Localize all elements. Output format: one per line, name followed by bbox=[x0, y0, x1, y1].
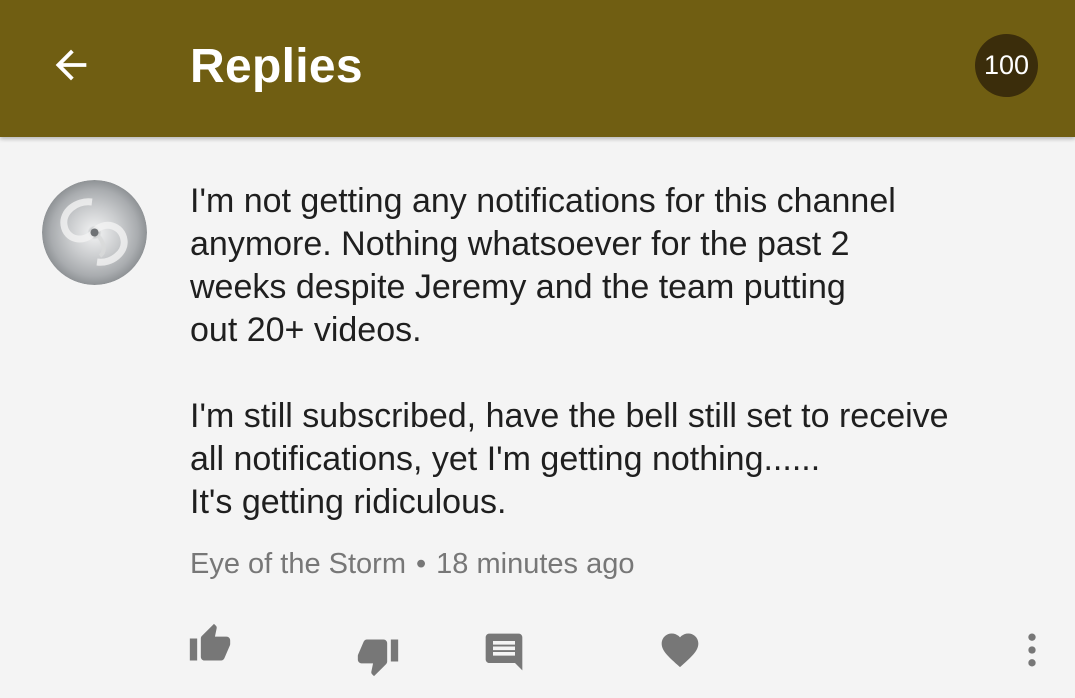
comment-timestamp: 18 minutes ago bbox=[436, 548, 635, 580]
dislike-button[interactable] bbox=[350, 628, 406, 684]
reply-count-badge: 100 bbox=[975, 34, 1038, 97]
reply-icon bbox=[485, 633, 523, 671]
more-vert-icon bbox=[1028, 633, 1036, 667]
app-bar: Replies 100 bbox=[0, 0, 1075, 137]
like-button[interactable] bbox=[182, 616, 238, 672]
storm-avatar bbox=[42, 180, 147, 285]
avatar[interactable] bbox=[42, 180, 147, 285]
back-button[interactable] bbox=[42, 36, 100, 94]
meta-separator: • bbox=[416, 548, 427, 580]
comment-text: I'm not getting any notifications for th… bbox=[190, 182, 949, 521]
page-title: Replies bbox=[190, 40, 363, 93]
thumb-up-icon bbox=[189, 623, 231, 661]
reply-button[interactable] bbox=[476, 624, 532, 680]
more-options-button[interactable] bbox=[1004, 622, 1060, 678]
heart-button[interactable] bbox=[652, 622, 708, 678]
arrow-back-icon bbox=[55, 49, 87, 81]
author-name[interactable]: Eye of the Storm bbox=[190, 548, 406, 580]
heart-icon bbox=[661, 633, 699, 668]
thumb-down-icon bbox=[357, 639, 399, 677]
comment-meta: Eye of the Storm • 18 minutes ago bbox=[190, 545, 634, 583]
